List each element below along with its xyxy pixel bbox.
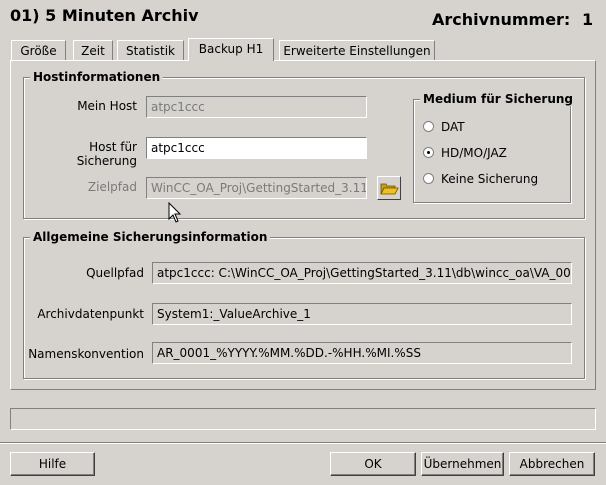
backup-host-input[interactable]: atpc1ccc [146,137,367,159]
archive-number-value: 1 [582,10,594,29]
source-path-field: atpc1ccc: C:\WinCC_OA_Proj\GettingStarte… [152,262,572,284]
ok-button[interactable]: OK [330,452,416,476]
general-info-title: Allgemeine Sicherungsinformation [30,230,271,244]
help-button[interactable]: Hilfe [10,452,95,476]
archive-dp-field: System1:_ValueArchive_1 [152,303,572,325]
tab-label: Zeit [81,44,105,58]
browse-folder-button[interactable] [377,176,401,200]
naming-field: AR_0001_%YYYY.%MM.%DD.-%HH.%MI.%SS [152,342,572,364]
archive-dp-label: Archivdatenpunkt [37,307,144,321]
tab-label: Backup H1 [198,42,264,56]
mouse-cursor-icon [168,202,182,223]
tab-label: Statistik [126,44,175,58]
radio-keine-sicherung[interactable]: Keine Sicherung [423,172,538,186]
backup-host-label: Host für Sicherung [76,140,137,168]
window-title: 01) 5 Minuten Archiv [10,6,199,25]
medium-title: Medium für Sicherung [420,92,577,106]
tab-label: Erweiterte Einstellungen [283,44,431,58]
target-path-field: WinCC_OA_Proj\GettingStarted_3.11 [146,177,367,199]
footer-separator [0,442,606,444]
tab-label: Größe [20,44,57,58]
tab-zeit[interactable]: Zeit [73,40,113,60]
radio-dat[interactable]: DAT [423,120,465,134]
status-bar [10,408,596,430]
radio-circle[interactable] [423,173,434,184]
tab-statistik[interactable]: Statistik [117,40,184,60]
naming-label: Namenskonvention [28,347,144,361]
radio-label: HD/MO/JAZ [441,146,507,160]
archive-number-label: Archivnummer: [432,10,571,29]
radio-hd-mo-jaz[interactable]: HD/MO/JAZ [423,146,507,160]
tab-groesse[interactable]: Größe [11,40,66,60]
folder-open-icon [380,183,399,195]
radio-circle-selected[interactable] [423,147,434,158]
radio-circle[interactable] [423,121,434,132]
target-path-label: Zielpfad [87,180,137,194]
my-host-label: Mein Host [77,99,137,113]
source-path-label: Quellpfad [86,266,144,280]
tab-erweiterte-einstellungen[interactable]: Erweiterte Einstellungen [279,40,435,60]
cancel-button[interactable]: Abbrechen [509,452,595,476]
radio-label: DAT [441,120,465,134]
radio-label: Keine Sicherung [441,172,539,186]
host-info-title: Hostinformationen [30,70,164,84]
my-host-field: atpc1ccc [146,96,367,118]
tab-backup-h1[interactable]: Backup H1 [188,38,274,61]
apply-button[interactable]: Übernehmen [421,452,504,476]
